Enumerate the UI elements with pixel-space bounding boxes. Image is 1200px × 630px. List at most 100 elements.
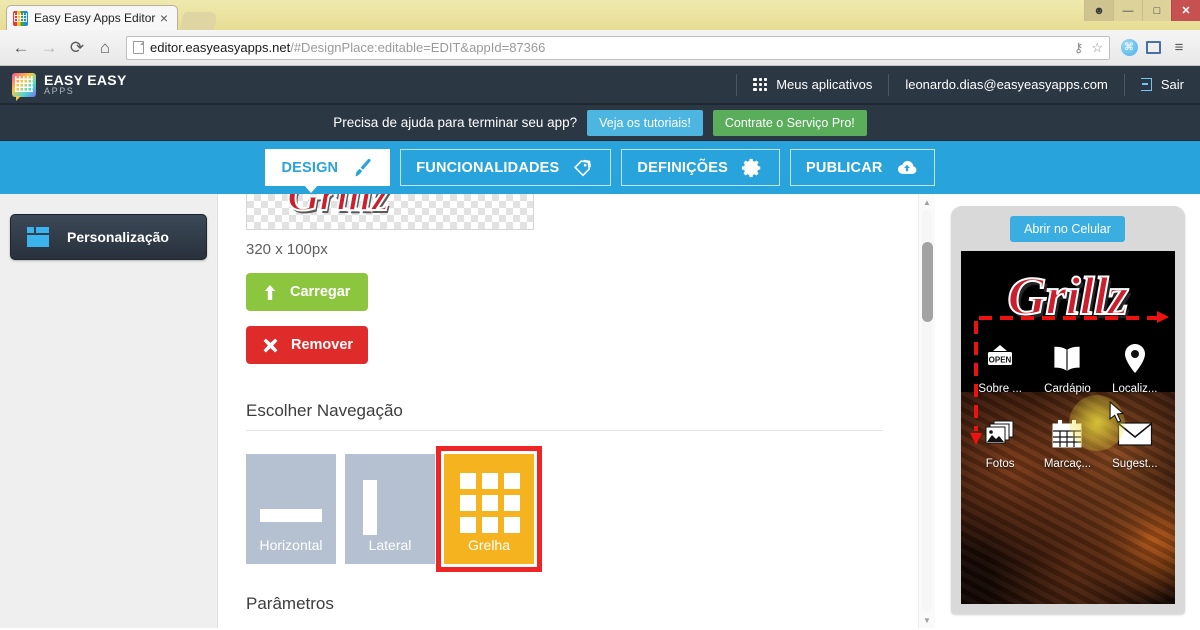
favicon-icon	[13, 10, 28, 26]
brand-subtitle: APPS	[44, 86, 75, 97]
browser-tab[interactable]: Easy Easy Apps Editor ×	[6, 5, 178, 30]
layout-icon	[27, 227, 49, 247]
close-icon[interactable]: ×	[157, 11, 171, 25]
user-email-label: leonardo.dias@easyeasyapps.com	[905, 77, 1108, 92]
new-tab-button[interactable]	[180, 12, 218, 30]
nav-option-lateral[interactable]: Lateral	[345, 454, 435, 564]
app-icon-cardapio[interactable]: Cardápio	[1034, 339, 1101, 397]
apps-grid-icon	[753, 77, 768, 92]
sidebar: Personalização	[0, 194, 218, 628]
close-x-icon	[263, 338, 278, 352]
remove-button[interactable]: Remover	[246, 326, 368, 364]
app-icon-marcacao[interactable]: Marcaç...	[1034, 414, 1101, 472]
app-icon-label: Sugest...	[1112, 458, 1158, 470]
browser-toolbar: ← → ⟳ ⌂ editor.easyeasyapps.net /#Design…	[0, 30, 1200, 66]
grid-layout-icon	[460, 473, 520, 533]
params-section-heading: Parâmetros	[246, 594, 334, 613]
app-icon-label: Sobre ...	[978, 383, 1022, 395]
horizontal-bar-icon	[260, 509, 322, 522]
tab-design-label: DESIGN	[281, 159, 339, 176]
brand-name: EASY EASY	[44, 71, 127, 88]
bookmark-star-icon[interactable]: ☆	[1091, 40, 1103, 56]
nav-option-label: Lateral	[368, 537, 412, 553]
sidebar-item-personalizacao[interactable]: Personalização	[10, 214, 207, 260]
design-panel: Grillz 320 x 100px Carregar Remover Esco…	[218, 194, 935, 628]
browser-menu-icon[interactable]: ≡	[1166, 35, 1192, 61]
workspace: Personalização Grillz 320 x 100px Carreg…	[0, 194, 1200, 628]
brand-logo-area[interactable]: EASY EASY APPS	[0, 71, 127, 101]
nav-option-grelha[interactable]: Grelha	[436, 446, 542, 572]
logo-preview[interactable]: Grillz	[246, 194, 534, 230]
tab-definicoes[interactable]: DEFINIÇÕES	[621, 149, 781, 186]
scrollbar-thumb[interactable]	[922, 242, 933, 322]
back-icon[interactable]: ←	[8, 35, 34, 61]
reload-icon[interactable]: ⟳	[64, 35, 90, 61]
maximize-button[interactable]: □	[1142, 0, 1171, 21]
map-pin-icon	[1101, 339, 1168, 379]
annotation-arrow-right	[978, 311, 1169, 323]
tab-funcionalidades-label: FUNCIONALIDADES	[416, 159, 560, 176]
panel-scrollbar[interactable]: ▲ ▼	[918, 194, 935, 628]
forward-icon[interactable]: →	[36, 35, 62, 61]
url-host: editor.easyeasyapps.net	[150, 40, 291, 55]
navigation-section-heading: Escolher Navegação	[246, 401, 883, 431]
nav-option-horizontal[interactable]: Horizontal	[246, 454, 336, 564]
nav-option-label: Grelha	[467, 537, 511, 553]
preview-pane: Abrir no Celular Grillz OPEN Sobre ... C…	[935, 194, 1200, 628]
svg-text:OPEN: OPEN	[989, 356, 1012, 365]
tab-funcionalidades[interactable]: FUNCIONALIDADES	[400, 149, 612, 186]
paintbrush-icon	[355, 158, 371, 176]
window-controls: ☻ — □ ✕	[1084, 0, 1200, 21]
open-book-icon	[1034, 339, 1101, 379]
my-apps-label: Meus aplicativos	[776, 77, 873, 92]
account-email[interactable]: leonardo.dias@easyeasyapps.com	[888, 73, 1124, 96]
main-tabstrip: DESIGN FUNCIONALIDADES DEFINIÇÕES PUBLIC…	[0, 141, 1200, 194]
extension-icon[interactable]: ⌘	[1118, 37, 1140, 59]
tags-icon	[574, 159, 592, 176]
app-icon-grid: OPEN Sobre ... Cardápio Localiz... Fotos…	[961, 339, 1175, 472]
remove-button-label: Remover	[291, 337, 354, 353]
tutorials-button[interactable]: Veja os tutoriais!	[587, 109, 703, 136]
annotation-arrow-down	[969, 321, 982, 445]
gear-icon	[741, 158, 761, 177]
nav-option-label: Horizontal	[259, 537, 323, 553]
url-path: /#DesignPlace:editable=EDIT&appId=87366	[290, 40, 546, 55]
key-icon[interactable]: ⚷	[1074, 40, 1084, 56]
my-apps-link[interactable]: Meus aplicativos	[736, 73, 888, 96]
upload-arrow-icon	[264, 284, 276, 300]
exit-icon	[1140, 78, 1152, 91]
phone-mockup: Abrir no Celular Grillz OPEN Sobre ... C…	[950, 206, 1185, 614]
app-icon-label: Cardápio	[1044, 383, 1091, 395]
screenshot-extension-icon[interactable]	[1142, 37, 1164, 59]
cloud-upload-icon	[897, 160, 916, 174]
tab-publicar-label: PUBLICAR	[806, 159, 883, 176]
user-profile-icon[interactable]: ☻	[1084, 0, 1113, 21]
tab-design[interactable]: DESIGN	[265, 149, 391, 193]
logo-preview-text: Grillz	[286, 194, 390, 221]
pro-service-button[interactable]: Contrate o Serviço Pro!	[712, 109, 867, 136]
scroll-up-icon[interactable]: ▲	[919, 194, 935, 210]
tab-publicar[interactable]: PUBLICAR	[790, 149, 935, 186]
tab-definicoes-label: DEFINIÇÕES	[637, 159, 729, 176]
home-icon[interactable]: ⌂	[92, 35, 118, 61]
upload-button-label: Carregar	[290, 284, 351, 300]
logout-label: Sair	[1160, 77, 1184, 92]
close-window-button[interactable]: ✕	[1171, 0, 1200, 21]
logout-link[interactable]: Sair	[1123, 73, 1200, 96]
address-bar[interactable]: editor.easyeasyapps.net /#DesignPlace:ed…	[126, 35, 1110, 60]
logo-size-label: 320 x 100px	[246, 241, 328, 258]
calendar-icon	[1034, 414, 1101, 454]
browser-tab-title: Easy Easy Apps Editor	[34, 11, 156, 25]
easyeasyapps-logo-icon	[12, 72, 36, 101]
help-message: Precisa de ajuda para terminar seu app?	[333, 115, 578, 130]
scroll-down-icon[interactable]: ▼	[919, 612, 935, 628]
app-icon-label: Fotos	[985, 458, 1015, 470]
app-icon-localizacao[interactable]: Localiz...	[1101, 339, 1168, 397]
sidebar-item-label: Personalização	[67, 229, 169, 245]
open-on-mobile-button[interactable]: Abrir no Celular	[1010, 216, 1125, 242]
app-icon-label: Localiz...	[1112, 383, 1158, 395]
phone-screen: Grillz OPEN Sobre ... Cardápio Localiz..…	[960, 251, 1175, 604]
navigation-options: Horizontal Lateral Grelha	[246, 446, 907, 572]
minimize-button[interactable]: —	[1113, 0, 1142, 21]
upload-button[interactable]: Carregar	[246, 273, 368, 311]
